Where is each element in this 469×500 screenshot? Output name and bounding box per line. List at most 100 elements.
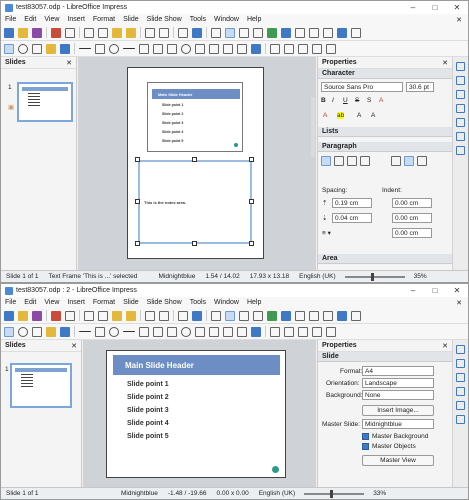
first-line-indent-field[interactable]: 0.00 cm — [392, 228, 432, 238]
close-pane-icon[interactable]: ✕ — [66, 59, 72, 67]
slide-header[interactable]: Main Slide Header — [113, 355, 280, 375]
zoom-slider[interactable] — [304, 489, 365, 498]
spacing-below-field[interactable]: 0.04 cm — [332, 213, 372, 223]
display-views-icon[interactable] — [239, 310, 249, 321]
arrange-icon[interactable] — [298, 326, 308, 337]
maximize-button[interactable]: □ — [424, 284, 446, 297]
menu-slide-show[interactable]: Slide Show — [147, 16, 182, 23]
slide-point[interactable]: Slide point 4 — [127, 420, 169, 427]
3d-objects-icon[interactable] — [251, 326, 261, 337]
slide-canvas[interactable]: Main Slide Header Slide point 1 Slide po… — [83, 340, 316, 487]
shadow-icon[interactable] — [312, 326, 322, 337]
crop-icon[interactable] — [326, 43, 336, 54]
background-select[interactable]: None — [362, 390, 434, 400]
minimize-button[interactable]: – — [402, 284, 424, 297]
menu-insert[interactable]: Insert — [67, 299, 85, 306]
shadow-icon[interactable] — [312, 43, 322, 54]
selection-handle[interactable] — [135, 199, 140, 204]
ellipse-icon[interactable] — [109, 326, 119, 337]
character-section-header[interactable]: Character — [318, 69, 452, 79]
curve-icon[interactable] — [139, 43, 149, 54]
menu-insert[interactable]: Insert — [67, 16, 85, 23]
slide-transition-deck-icon[interactable] — [456, 76, 465, 85]
line-icon[interactable] — [79, 331, 91, 332]
chart-icon[interactable] — [281, 310, 291, 321]
master-background-checkbox[interactable] — [362, 433, 369, 440]
close-button[interactable]: ✕ — [446, 1, 468, 14]
styles-deck-icon[interactable] — [456, 401, 465, 410]
zoom-icon[interactable] — [18, 326, 28, 337]
animation-deck-icon[interactable] — [456, 373, 465, 382]
line-color-icon[interactable] — [60, 43, 70, 54]
properties-deck-icon[interactable] — [456, 345, 465, 354]
new-icon[interactable] — [4, 27, 14, 38]
format-select[interactable]: A4 — [362, 366, 434, 376]
clone-formatting-icon[interactable] — [126, 27, 136, 38]
master-slides-deck-icon[interactable] — [456, 387, 465, 396]
helplines-icon[interactable] — [225, 310, 235, 321]
rotate-icon[interactable] — [270, 43, 280, 54]
area-section-header[interactable]: Area — [318, 254, 452, 264]
underline-icon[interactable]: U — [343, 97, 348, 104]
grid-icon[interactable] — [211, 27, 221, 38]
display-views-icon[interactable] — [239, 27, 249, 38]
font-size-field[interactable]: 30.6 pt — [406, 82, 434, 92]
notes-canvas[interactable]: Main Slide Header Slide point 1 Slide po… — [78, 57, 316, 270]
paragraph-section-header[interactable]: Paragraph — [318, 142, 452, 152]
selection-handle[interactable] — [249, 199, 254, 204]
align-center-icon[interactable] — [334, 156, 344, 166]
copy-icon[interactable] — [98, 27, 108, 38]
spelling-icon[interactable] — [192, 27, 202, 38]
basic-shapes-icon[interactable] — [167, 326, 177, 337]
slide-page[interactable]: Main Slide Header Slide point 1 Slide po… — [106, 350, 286, 478]
line-icon[interactable] — [79, 48, 91, 49]
select-icon[interactable] — [4, 326, 14, 337]
slide-point[interactable]: Slide point 3 — [127, 407, 169, 414]
open-icon[interactable] — [18, 27, 28, 38]
text-icon[interactable] — [32, 326, 42, 337]
slide-section-header[interactable]: Slide — [318, 352, 452, 362]
maximize-button[interactable]: □ — [424, 1, 446, 14]
gallery-deck-icon[interactable] — [456, 415, 465, 424]
find-replace-icon[interactable] — [178, 310, 188, 321]
zoom-slider-thumb[interactable] — [330, 489, 334, 498]
clone-formatting-icon[interactable] — [126, 310, 136, 321]
redo-icon[interactable] — [159, 27, 169, 38]
paste-icon[interactable] — [112, 310, 122, 321]
zoom-slider[interactable] — [344, 272, 405, 281]
arrow-icon[interactable] — [123, 48, 135, 49]
slide-point[interactable]: Slide point 1 — [127, 381, 169, 388]
menu-edit[interactable]: Edit — [24, 16, 36, 23]
spelling-icon[interactable] — [192, 310, 202, 321]
special-character-icon[interactable] — [309, 27, 319, 38]
slide-transition-deck-icon[interactable] — [456, 359, 465, 368]
shrink-font-icon[interactable]: A — [371, 112, 375, 119]
slide-point[interactable]: Slide point 5 — [127, 433, 169, 440]
fill-color-icon[interactable] — [46, 43, 56, 54]
master-view-button[interactable]: Master View — [362, 455, 434, 466]
text-icon[interactable] — [32, 43, 42, 54]
lists-section-header[interactable]: Lists — [318, 127, 452, 137]
save-icon[interactable] — [32, 310, 42, 321]
master-slides-deck-icon[interactable] — [456, 104, 465, 113]
selection-handle[interactable] — [249, 241, 254, 246]
minimize-button[interactable]: – — [402, 1, 424, 14]
table-icon[interactable] — [253, 27, 263, 38]
insert-image-button[interactable]: Insert Image... — [362, 405, 434, 416]
rectangle-icon[interactable] — [95, 326, 105, 337]
navigator-deck-icon[interactable] — [456, 146, 465, 155]
slide-preview[interactable]: Main Slide Header Slide point 1 Slide po… — [147, 82, 243, 152]
align-bottom-icon[interactable] — [417, 156, 427, 166]
rectangle-icon[interactable] — [95, 43, 105, 54]
save-icon[interactable] — [32, 27, 42, 38]
status-zoom[interactable]: 35% — [409, 273, 432, 280]
helplines-icon[interactable] — [225, 27, 235, 38]
new-icon[interactable] — [4, 310, 14, 321]
arrange-icon[interactable] — [298, 43, 308, 54]
font-name-field[interactable]: Source Sans Pro — [321, 82, 403, 92]
shadow-text-icon[interactable]: S — [367, 97, 371, 104]
rotate-icon[interactable] — [270, 326, 280, 337]
menu-format[interactable]: Format — [93, 299, 115, 306]
status-zoom[interactable]: 33% — [368, 490, 391, 497]
close-button[interactable]: ✕ — [446, 284, 468, 297]
